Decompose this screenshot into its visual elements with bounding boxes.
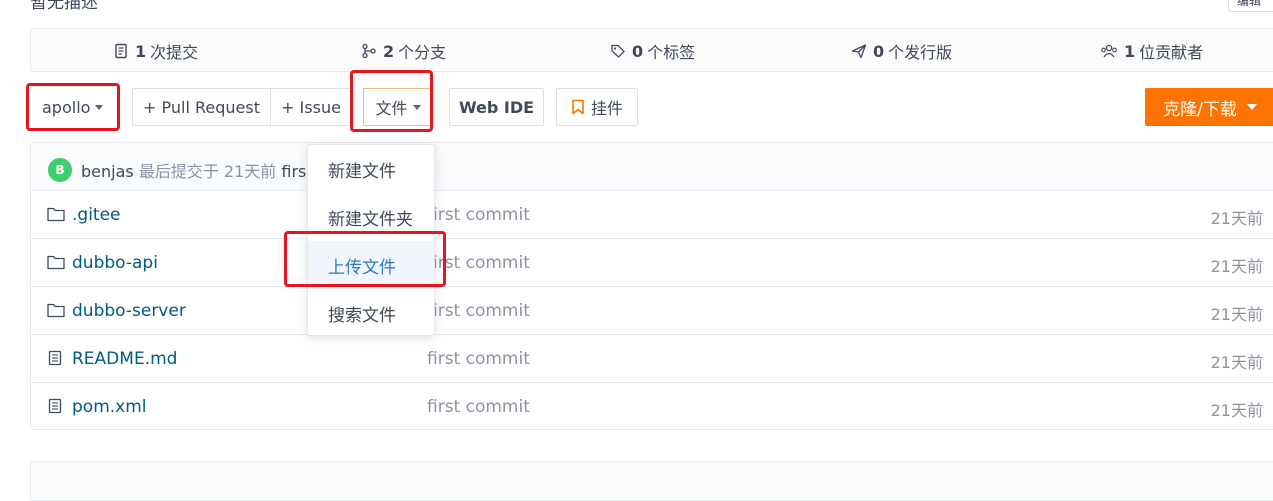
menu-item-upload-file[interactable]: 上传文件 — [308, 241, 434, 289]
file-name[interactable]: README.md — [72, 349, 177, 369]
stat-count: 2 — [383, 41, 395, 61]
file-name[interactable]: dubbo-server — [72, 301, 186, 321]
widget-button[interactable]: 挂件 — [556, 88, 638, 126]
bookmark-icon — [572, 99, 584, 115]
contributors-icon — [1101, 44, 1117, 58]
file-name[interactable]: pom.xml — [72, 397, 147, 417]
stat-label: 位贡献者 — [1139, 43, 1204, 62]
stat-label: 个分支 — [398, 43, 447, 62]
file-time: 21天前 — [1210, 209, 1263, 228]
table-row[interactable]: pom.xml first commit 21天前 — [31, 383, 1273, 431]
repo-stats-bar: 1 次提交 2 个分支 0 个标签 0 个发行版 1 位贡献者 — [30, 28, 1273, 72]
menu-item-search-file[interactable]: 搜索文件 — [308, 289, 434, 337]
commit-author[interactable]: benjas — [81, 162, 134, 181]
menu-item-new-file[interactable]: 新建文件 — [308, 145, 434, 193]
folder-icon — [47, 207, 65, 222]
file-time: 21天前 — [1210, 401, 1263, 420]
pull-request-button[interactable]: + Pull Request — [132, 88, 271, 126]
readme-panel — [30, 461, 1273, 501]
table-row[interactable]: .gitee first commit 21天前 — [31, 191, 1273, 239]
web-ide-button[interactable]: Web IDE — [449, 88, 544, 126]
commit-icon — [115, 43, 127, 59]
file-time: 21天前 — [1210, 353, 1263, 372]
widget-label: 挂件 — [590, 99, 623, 118]
file-commit-message[interactable]: first commit — [427, 301, 530, 321]
stat-tags[interactable]: 0 个标签 — [610, 29, 695, 73]
clone-label: 克隆/下载 — [1163, 99, 1237, 120]
edit-description-button[interactable]: 编辑 — [1228, 0, 1273, 12]
file-commit-message[interactable]: first commit — [427, 253, 530, 273]
stat-branches[interactable]: 2 个分支 — [361, 29, 446, 73]
commit-message[interactable]: firs — [281, 162, 306, 181]
stat-count: 0 — [873, 41, 885, 61]
file-menu-label: 文件 — [375, 99, 408, 118]
file-name[interactable]: dubbo-api — [72, 253, 158, 273]
release-icon — [851, 44, 867, 59]
file-time: 21天前 — [1210, 305, 1263, 324]
stat-count: 1 — [1124, 41, 1136, 61]
latest-commit-bar: B benjas 最后提交于 21天前 firs — [31, 143, 1273, 191]
stat-count: 0 — [632, 41, 644, 61]
latest-commit-info: benjas 最后提交于 21天前 firs — [81, 158, 306, 182]
commit-meta: 最后提交于 21天前 — [138, 162, 277, 181]
menu-item-new-folder[interactable]: 新建文件夹 — [308, 193, 434, 241]
tag-icon — [611, 44, 625, 58]
file-table: B benjas 最后提交于 21天前 firs .gitee first co… — [30, 142, 1273, 430]
table-row[interactable]: README.md first commit 21天前 — [31, 335, 1273, 383]
stat-label: 个发行版 — [888, 43, 953, 62]
file-icon — [48, 398, 62, 414]
branch-selector[interactable]: apollo — [30, 88, 118, 126]
file-time: 21天前 — [1210, 257, 1263, 276]
issue-button[interactable]: + Issue — [270, 88, 352, 126]
stat-contributors[interactable]: 1 位贡献者 — [1100, 29, 1203, 73]
stat-count: 1 — [135, 41, 147, 61]
file-menu-button[interactable]: 文件 — [363, 88, 433, 126]
table-row[interactable]: dubbo-api first commit 21天前 — [31, 239, 1273, 287]
stat-label: 个标签 — [647, 43, 696, 62]
branch-icon — [362, 43, 376, 59]
clone-download-button[interactable]: 克隆/下载 — [1145, 88, 1273, 126]
avatar[interactable]: B — [48, 158, 72, 182]
stat-commits[interactable]: 1 次提交 — [113, 29, 198, 73]
file-commit-message[interactable]: first commit — [427, 205, 530, 225]
chevron-down-icon — [1246, 104, 1257, 110]
stat-releases[interactable]: 0 个发行版 — [851, 29, 952, 73]
chevron-down-icon — [95, 104, 104, 110]
chevron-down-icon — [412, 104, 421, 110]
file-icon — [48, 350, 62, 366]
folder-icon — [47, 303, 65, 318]
branch-name: apollo — [42, 97, 91, 117]
stat-label: 次提交 — [150, 43, 199, 62]
file-commit-message[interactable]: first commit — [427, 349, 530, 369]
file-name[interactable]: .gitee — [72, 205, 121, 225]
repo-description: 暂无描述 — [30, 0, 98, 13]
folder-icon — [47, 255, 65, 270]
file-dropdown-menu: 新建文件 新建文件夹 上传文件 搜索文件 — [307, 144, 435, 336]
file-commit-message[interactable]: first commit — [427, 397, 530, 417]
table-row[interactable]: dubbo-server first commit 21天前 — [31, 287, 1273, 335]
